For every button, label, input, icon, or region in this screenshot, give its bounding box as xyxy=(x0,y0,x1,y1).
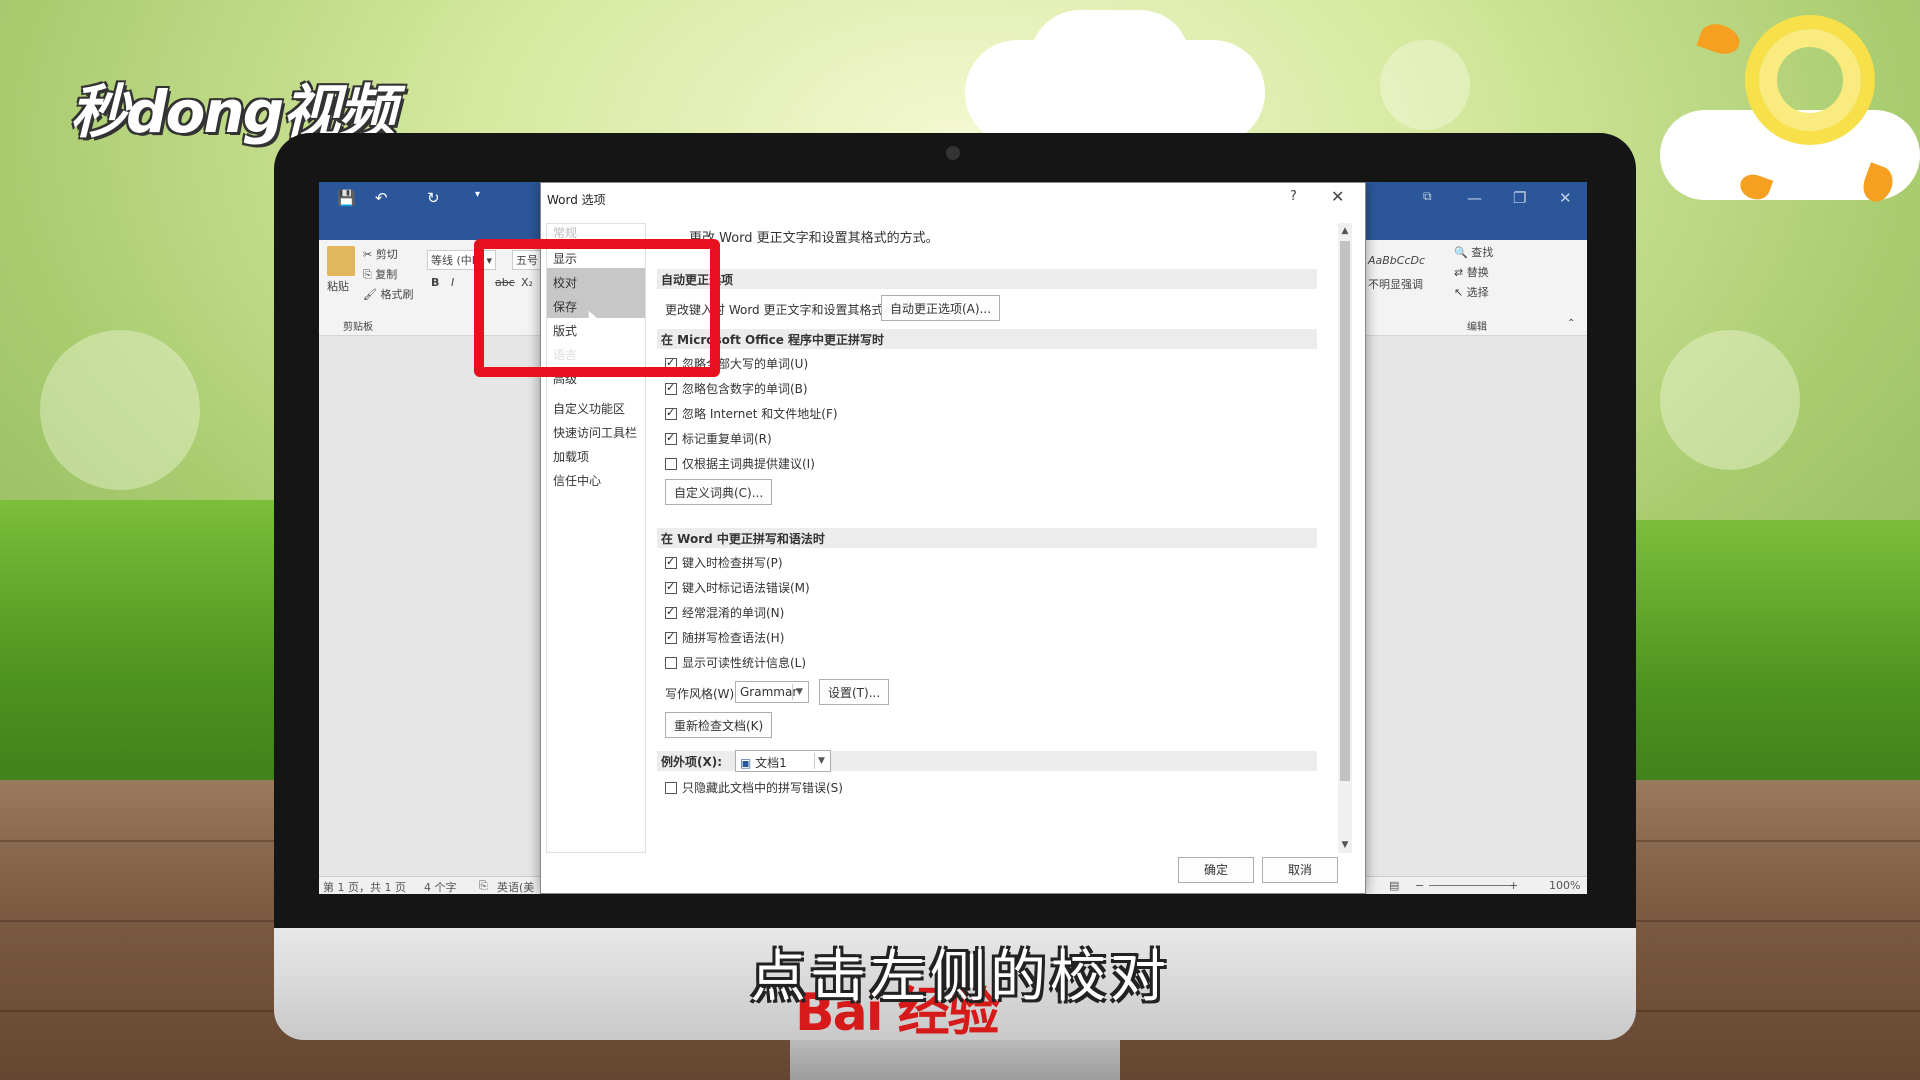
proofing-header: 更改 Word 更正文字和设置其格式的方式。 xyxy=(689,231,939,246)
format-painter-button[interactable]: 🖌 格式刷 xyxy=(363,286,413,302)
ok-button[interactable]: 确定 xyxy=(1178,857,1254,883)
scrollbar-thumb[interactable] xyxy=(1340,241,1350,781)
bold-button[interactable]: B xyxy=(431,276,439,289)
italic-button[interactable]: I xyxy=(451,276,454,289)
checkbox[interactable] xyxy=(665,406,677,420)
chevron-down-icon: ▼ xyxy=(814,753,828,769)
bokeh-light xyxy=(40,330,200,490)
zoom-level[interactable]: 100% xyxy=(1549,879,1580,892)
autocorrect-options-button[interactable]: 自动更正选项(A)... xyxy=(881,295,1001,321)
proofing-icon[interactable]: ⎘ xyxy=(479,879,488,893)
paste-button[interactable]: 粘贴 xyxy=(327,278,349,294)
collapse-ribbon-icon[interactable]: ⌃ xyxy=(1567,318,1575,329)
checkbox[interactable] xyxy=(665,781,677,794)
dialog-title: Word 选项 xyxy=(547,193,606,207)
checkbox[interactable] xyxy=(665,457,677,470)
flag-repeated-words-option[interactable]: 标记重复单词(R) xyxy=(665,430,772,448)
check-grammar-option[interactable]: 随拼写检查语法(H) xyxy=(665,629,784,647)
help-button[interactable]: ? xyxy=(1290,189,1297,204)
subtitle-caption: 点击左侧的校对 xyxy=(750,945,1170,1010)
bokeh-light xyxy=(1660,330,1800,470)
checkbox[interactable] xyxy=(665,605,677,619)
ignore-internet-option[interactable]: 忽略 Internet 和文件地址(F) xyxy=(665,405,838,423)
clipboard-group-label: 剪贴板 xyxy=(343,322,373,333)
redo-icon[interactable]: ↻ xyxy=(427,189,440,207)
recheck-document-button[interactable]: 重新检查文档(K) xyxy=(665,712,773,738)
readability-stats-option[interactable]: 显示可读性统计信息(L) xyxy=(665,654,806,672)
zoom-slider[interactable] xyxy=(1429,885,1515,886)
checkbox[interactable] xyxy=(665,431,677,445)
monitor-stand xyxy=(790,1040,1120,1080)
checkbox[interactable] xyxy=(665,580,677,594)
zoom-out-icon[interactable]: − xyxy=(1415,879,1424,892)
cloud xyxy=(1030,10,1190,110)
hide-spelling-errors-option[interactable]: 只隐藏此文档中的拼写错误(S) xyxy=(665,779,843,797)
editing-group-label: 编辑 xyxy=(1467,322,1487,333)
nav-item-trust-center[interactable]: 信任中心 xyxy=(547,466,645,492)
writing-style-label: 写作风格(W): xyxy=(665,687,739,701)
nav-item-customize-ribbon[interactable]: 自定义功能区 xyxy=(547,394,645,420)
page-count[interactable]: 第 1 页，共 1 页 xyxy=(323,879,406,894)
restore-icon[interactable]: ❐ xyxy=(1513,189,1526,207)
exceptions-document-select[interactable]: ▣ 文档1 ▼ xyxy=(735,750,831,772)
exceptions-label: 例外项(X): xyxy=(661,755,723,769)
scroll-down-icon[interactable]: ▼ xyxy=(1338,837,1352,853)
select-button[interactable]: ↖ 选择 xyxy=(1454,284,1489,300)
main-dictionary-only-option[interactable]: 仅根据主词典提供建议(I) xyxy=(665,455,815,473)
scroll-up-icon[interactable]: ▲ xyxy=(1338,223,1352,239)
view-icon[interactable]: ▤ xyxy=(1389,879,1399,892)
checkbox[interactable] xyxy=(665,630,677,644)
checkbox[interactable] xyxy=(665,656,677,669)
word-count[interactable]: 4 个字 xyxy=(424,879,457,894)
paste-icon[interactable] xyxy=(327,246,355,276)
autocorrect-section-title: 自动更正选项 xyxy=(657,269,1317,289)
custom-dictionaries-button[interactable]: 自定义词典(C)... xyxy=(665,479,773,505)
close-icon[interactable]: ✕ xyxy=(1559,189,1572,207)
style-gallery-label[interactable]: 不明显强调 xyxy=(1368,276,1423,292)
zoom-in-icon[interactable]: + xyxy=(1509,879,1518,892)
grammar-settings-button[interactable]: 设置(T)... xyxy=(819,679,890,705)
dialog-close-button[interactable]: ✕ xyxy=(1331,187,1344,206)
save-icon[interactable]: 💾 xyxy=(337,189,356,207)
office-section-title: 在 Microsoft Office 程序中更正拼写时 xyxy=(657,329,1317,349)
writing-style-select[interactable]: Grammar ▼ xyxy=(735,681,809,703)
customize-qat-icon[interactable]: ▾ xyxy=(475,189,480,200)
cut-button[interactable]: ✂ 剪切 xyxy=(363,246,398,262)
check-spelling-option[interactable]: 键入时检查拼写(P) xyxy=(665,554,783,572)
copy-button[interactable]: ⎘ 复制 xyxy=(363,266,397,282)
word-section-title: 在 Word 中更正拼写和语法时 xyxy=(657,528,1317,548)
language-status[interactable]: 英语(美 xyxy=(497,879,534,894)
confused-words-option[interactable]: 经常混淆的单词(N) xyxy=(665,604,784,622)
cancel-button[interactable]: 取消 xyxy=(1262,857,1338,883)
highlight-box xyxy=(474,239,720,377)
sun-illustration xyxy=(1745,15,1875,145)
proofing-content: 更改 Word 更正文字和设置其格式的方式。 自动更正选项 更改键入时 Word… xyxy=(653,223,1333,853)
webcam xyxy=(946,146,960,160)
chevron-down-icon: ▼ xyxy=(792,684,806,700)
word-doc-icon: ▣ xyxy=(740,756,752,770)
replace-button[interactable]: ⇄ 替换 xyxy=(1454,264,1489,280)
bokeh-light xyxy=(1380,40,1470,130)
style-gallery-sample[interactable]: AaBbCcDc xyxy=(1368,254,1425,267)
undo-icon[interactable]: ↶ xyxy=(375,189,388,207)
ignore-numbers-option[interactable]: 忽略包含数字的单词(B) xyxy=(665,380,808,398)
ribbon-display-icon[interactable]: ⧉ xyxy=(1423,189,1432,204)
find-button[interactable]: 🔍 查找 xyxy=(1454,244,1493,260)
grass-right xyxy=(1600,520,1920,820)
options-scrollbar[interactable]: ▲ ▼ xyxy=(1338,223,1352,853)
mark-grammar-option[interactable]: 键入时标记语法错误(M) xyxy=(665,579,810,597)
nav-item-addins[interactable]: 加载项 xyxy=(547,442,645,468)
minimize-icon[interactable]: — xyxy=(1467,189,1482,207)
nav-item-quick-access[interactable]: 快速访问工具栏 xyxy=(547,418,645,444)
checkbox[interactable] xyxy=(665,555,677,569)
checkbox[interactable] xyxy=(665,381,677,395)
